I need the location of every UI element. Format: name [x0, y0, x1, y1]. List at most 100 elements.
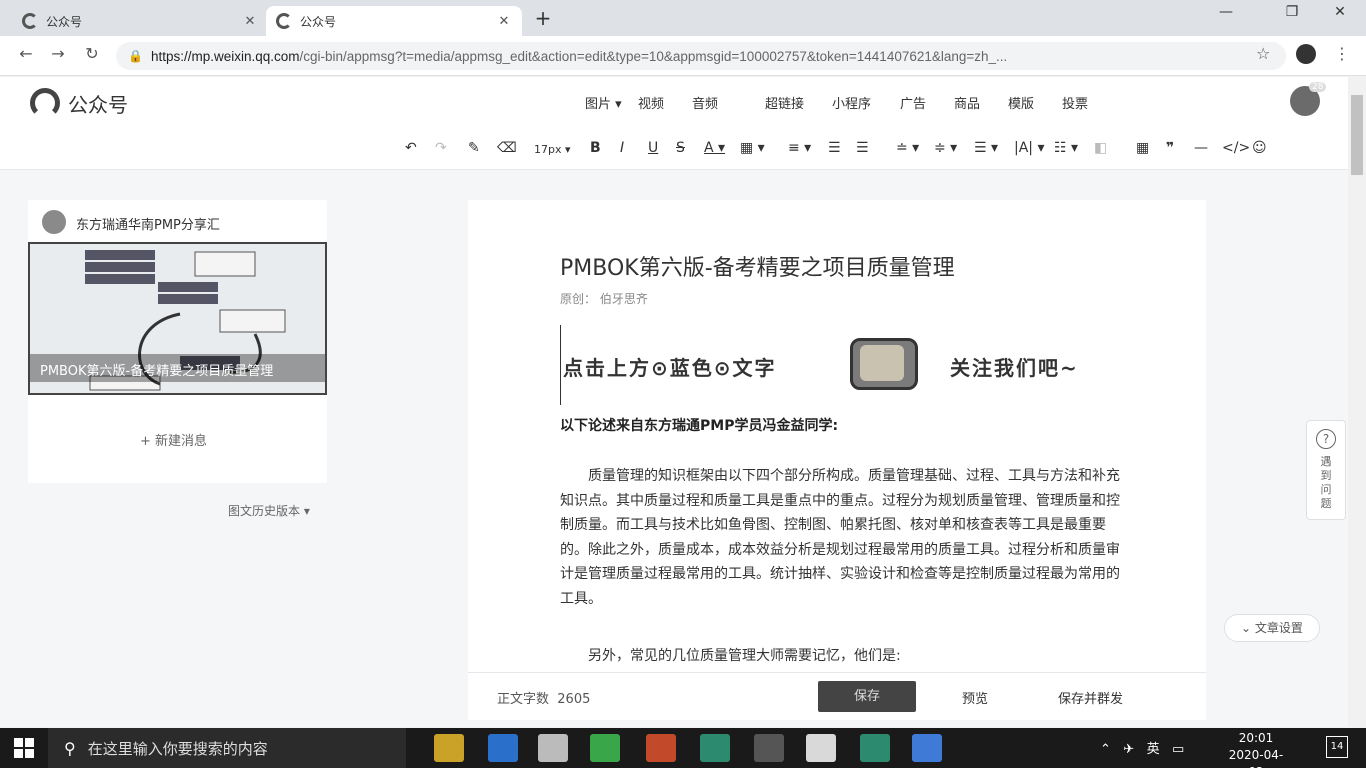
logo[interactable]: 公众号 [30, 88, 128, 118]
outdent-icon[interactable]: ☰ [856, 140, 869, 156]
help-button[interactable]: ? 遇到问题 [1306, 420, 1346, 520]
redo-icon[interactable]: ↷ [435, 140, 447, 156]
tab-favicon-icon [22, 13, 38, 29]
lock-icon: 🔒 [128, 49, 143, 63]
windows-start-icon[interactable] [14, 738, 34, 758]
undo-icon[interactable]: ↶ [405, 140, 417, 156]
window-close-button[interactable]: ✕ [1320, 4, 1360, 20]
question-icon: ? [1316, 429, 1336, 449]
insert-image[interactable]: 图片 ▾ [585, 93, 622, 112]
tv-screen [860, 345, 904, 381]
help-label: 遇到问题 [1320, 455, 1332, 510]
article-meta: 原创： 伯牙思齐 [560, 292, 648, 306]
wechat-icon[interactable] [590, 734, 620, 762]
bookmark-star-icon[interactable]: ☆ [1256, 44, 1270, 63]
disabled-tool-icon[interactable]: ◧ [1094, 140, 1107, 156]
restore-button[interactable]: ❐ [1272, 4, 1312, 20]
reload-icon[interactable]: ↻ [80, 44, 104, 63]
insert-audio[interactable]: 音频 [692, 93, 718, 112]
forward-arrow-icon[interactable]: → [46, 44, 70, 63]
thumbnail-caption: PMBOK第六版-备考精要之项目质量管理 [40, 364, 274, 379]
taskbar-search[interactable]: ⚲ 在这里输入你要搜索的内容 [48, 728, 406, 768]
tab-title: 公众号 [46, 14, 83, 29]
insert-product[interactable]: 商品 [954, 93, 980, 112]
system-tray[interactable]: ⌃ ✈ 英 ▭ [1100, 738, 1184, 757]
divider-icon[interactable]: — [1194, 140, 1208, 156]
editor-header [0, 77, 1348, 170]
camtasia-recorder-icon[interactable] [860, 734, 890, 762]
clear-format-icon[interactable]: ⌫ [497, 140, 517, 156]
italic-icon[interactable]: I [620, 140, 624, 156]
notepad-icon[interactable] [538, 734, 568, 762]
new-message-button[interactable]: + 新建消息 [140, 430, 207, 449]
time: 20:01 [1238, 731, 1274, 745]
text-caret [560, 325, 561, 405]
file-explorer-icon[interactable] [434, 734, 464, 762]
code-icon[interactable]: </> [1222, 140, 1250, 156]
article-subtitle: 以下论述来自东方瑞通PMP学员冯金益同学: [560, 418, 839, 434]
browser-tab[interactable]: 公众号 ✕ [12, 6, 268, 36]
emoji-icon[interactable]: ☺ [1252, 140, 1267, 156]
underline-icon[interactable]: U [648, 140, 658, 156]
account-name: 东方瑞通华南PMP分享汇 [76, 218, 220, 233]
new-tab-button[interactable]: + [530, 6, 556, 30]
indent-icon[interactable]: ☰ [828, 140, 841, 156]
article-paragraph: 另外，常见的几位质量管理大师需要记忆，他们是: [588, 648, 901, 664]
save-and-send-button[interactable]: 保存并群发 [1058, 688, 1123, 707]
minimize-button[interactable]: — [1206, 4, 1246, 20]
background-color-icon[interactable]: ▦ ▾ [740, 140, 765, 156]
banner-text-right: 关注我们吧~ [950, 356, 1079, 380]
format-painter-icon[interactable]: ✎ [468, 140, 480, 156]
tab-title: 公众号 [300, 14, 337, 29]
clock[interactable]: 20:01 2020-04-02 [1226, 730, 1286, 768]
date: 2020-04-02 [1228, 748, 1284, 768]
edge-icon[interactable] [488, 734, 518, 762]
app-icon[interactable] [754, 734, 784, 762]
article-title[interactable]: PMBOK第六版-备考精要之项目质量管理 [560, 250, 955, 282]
history-versions-link[interactable]: 图文历史版本 ▾ [228, 502, 310, 519]
search-placeholder: 在这里输入你要搜索的内容 [87, 739, 268, 758]
scrollbar-thumb[interactable] [1351, 95, 1363, 175]
letter-spacing-icon[interactable]: |A| ▾ [1014, 140, 1045, 156]
url-text: https://mp.weixin.qq.com/cgi-bin/appmsg?… [150, 48, 1008, 64]
notification-center-icon[interactable]: 14 [1326, 736, 1348, 758]
font-color-icon[interactable]: A ▾ [704, 140, 725, 156]
save-button[interactable]: 保存 [818, 681, 916, 712]
insert-vote[interactable]: 投票 [1062, 93, 1088, 112]
list-icon[interactable]: ☷ ▾ [1054, 140, 1078, 156]
logo-text: 公众号 [68, 92, 128, 117]
strikethrough-icon[interactable]: S [676, 140, 685, 156]
preview-button[interactable]: 预览 [962, 688, 988, 707]
insert-ad[interactable]: 广告 [900, 93, 926, 112]
close-icon[interactable]: ✕ [496, 14, 512, 29]
notification-badge: 28 [1309, 82, 1327, 92]
insert-template[interactable]: 模版 [1008, 93, 1034, 112]
account-avatar [42, 210, 66, 234]
quote-icon[interactable]: ❞ [1166, 140, 1174, 156]
close-icon[interactable]: ✕ [242, 14, 258, 29]
bold-icon[interactable]: B [590, 140, 601, 156]
url-bar[interactable]: 🔒 https://mp.weixin.qq.com/cgi-bin/appms… [116, 42, 1286, 70]
back-arrow-icon[interactable]: ← [14, 44, 38, 63]
insert-hyperlink[interactable]: 超链接 [765, 93, 804, 112]
paragraph-spacing-icon[interactable]: ☰ ▾ [974, 140, 998, 156]
tab-favicon-icon [276, 13, 292, 29]
camtasia-icon[interactable] [700, 734, 730, 762]
wechat-logo-icon [30, 88, 60, 118]
article-paragraph: 质量管理的知识框架由以下四个部分所构成。质量管理基础、过程、工具与方法和补充知识… [560, 468, 1120, 607]
menu-dots-icon[interactable]: ⋮ [1334, 44, 1350, 63]
insert-mini-program[interactable]: 小程序 [832, 93, 871, 112]
profile-icon[interactable] [1296, 44, 1316, 64]
align-icon[interactable]: ≐ ▾ [896, 140, 919, 156]
browser-tab-active[interactable]: 公众号 ✕ [266, 6, 522, 36]
app2-icon[interactable] [912, 734, 942, 762]
insert-video[interactable]: 视频 [638, 93, 664, 112]
article-settings-button[interactable]: ⌄ 文章设置 [1224, 614, 1320, 642]
line-height-icon[interactable]: ≑ ▾ [934, 140, 957, 156]
font-size-select[interactable]: 17px ▾ [534, 143, 571, 156]
powerpoint-icon[interactable] [646, 734, 676, 762]
word-count: 正文字数 2605 [497, 692, 591, 707]
chrome-icon[interactable] [806, 734, 836, 762]
table-icon[interactable]: ▦ [1136, 140, 1149, 156]
align-justify-icon[interactable]: ≡ ▾ [788, 140, 811, 156]
